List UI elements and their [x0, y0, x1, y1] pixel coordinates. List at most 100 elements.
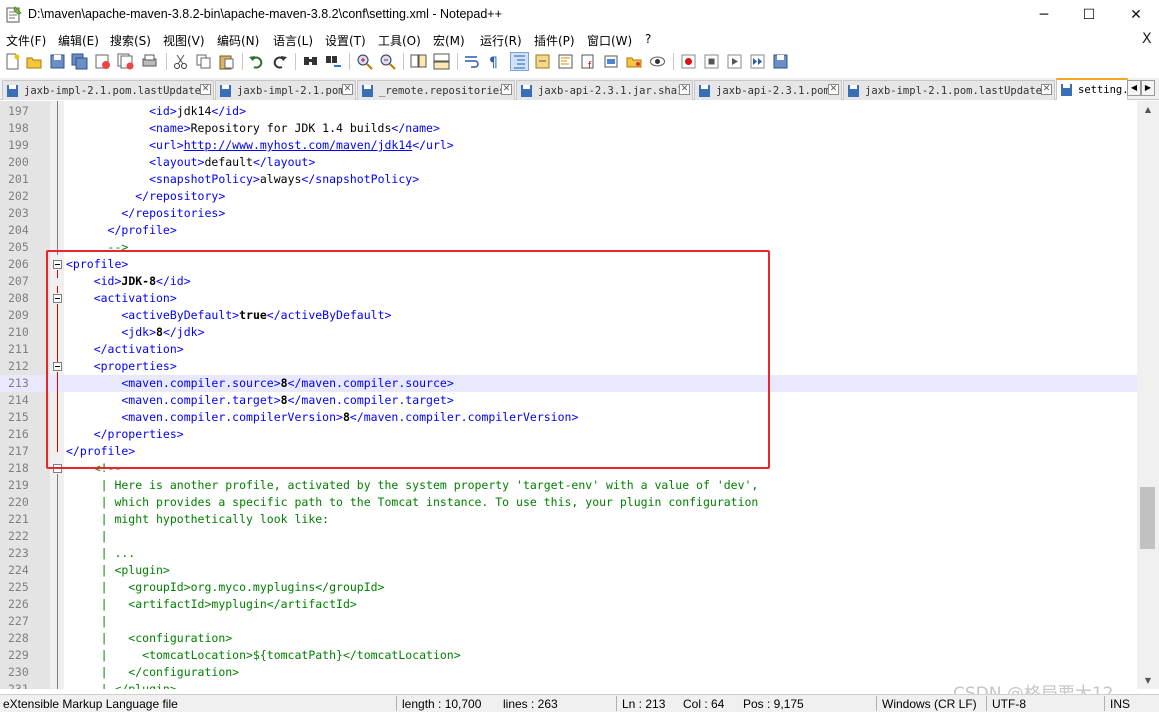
menu-file[interactable]: 文件(F)	[6, 32, 46, 49]
saved-file-icon	[220, 84, 231, 97]
new-file-icon[interactable]	[4, 53, 21, 70]
minimize-button[interactable]: ─	[1021, 0, 1067, 30]
menu-settings[interactable]: 设置(T)	[325, 32, 366, 49]
menu-help[interactable]: ?	[645, 32, 651, 46]
tab-scroll-left-icon[interactable]: ◀	[1127, 80, 1141, 96]
code-line[interactable]: 228 | <configuration>	[0, 630, 1137, 647]
menu-tools[interactable]: 工具(O)	[378, 32, 421, 49]
tab-close-icon[interactable]: ✕	[501, 84, 512, 95]
fold-guide	[57, 101, 58, 255]
zoom-in-icon[interactable]	[356, 53, 373, 70]
code-line[interactable]: 204 </profile>	[0, 222, 1137, 239]
sync-horizontal-icon[interactable]	[433, 53, 450, 70]
folder-workspace-icon[interactable]	[603, 53, 620, 70]
menu-edit[interactable]: 编辑(E)	[58, 32, 99, 49]
code-line[interactable]: 219 | Here is another profile, activated…	[0, 477, 1137, 494]
menu-view[interactable]: 视图(V)	[163, 32, 205, 49]
word-wrap-icon[interactable]	[463, 53, 480, 70]
url-link[interactable]: http://www.myhost.com/maven/jdk14	[184, 138, 412, 152]
print-icon[interactable]	[141, 53, 158, 70]
menu-window[interactable]: 窗口(W)	[587, 32, 632, 49]
svg-text:¶: ¶	[489, 55, 498, 70]
show-all-chars-icon[interactable]: ¶	[486, 53, 503, 70]
maximize-icon: ☐	[1082, 7, 1096, 23]
maximize-button[interactable]: ☐	[1066, 0, 1112, 30]
code-line[interactable]: 226 | <artifactId>myplugin</artifactId>	[0, 596, 1137, 613]
record-macro-icon[interactable]	[680, 53, 697, 70]
run-macro-multiple-icon[interactable]	[749, 53, 766, 70]
udl-icon[interactable]	[534, 53, 551, 70]
menu-search[interactable]: 搜索(S)	[110, 32, 151, 49]
code-line[interactable]: 197 <id>jdk14</id>	[0, 103, 1137, 120]
save-macro-icon[interactable]	[772, 53, 789, 70]
menu-plugins[interactable]: 插件(P)	[534, 32, 575, 49]
tab-jaxb-api-pom[interactable]: jaxb-api-2.3.1.pom ✕	[694, 80, 842, 100]
xml-tag: </url>	[412, 138, 454, 152]
tab-close-icon[interactable]: ✕	[342, 84, 353, 95]
cut-icon[interactable]	[172, 53, 189, 70]
tab-remote-repositories[interactable]: _remote.repositories ✕	[357, 80, 515, 100]
code-line[interactable]: 227 |	[0, 613, 1137, 630]
status-insert-mode: INS	[1110, 697, 1131, 711]
replace-icon[interactable]	[325, 53, 342, 70]
paste-icon[interactable]	[218, 53, 235, 70]
tab-close-icon[interactable]: ✕	[679, 84, 690, 95]
tab-scroll-right-icon[interactable]: ▶	[1141, 80, 1155, 96]
save-icon[interactable]	[49, 53, 66, 70]
tab-jaxb-impl-lastupdated[interactable]: jaxb-impl-2.1.pom.lastUpdated ✕	[2, 80, 214, 100]
code-line[interactable]: 203 </repositories>	[0, 205, 1137, 222]
code-line[interactable]: 198 <name>Repository for JDK 1.4 builds<…	[0, 120, 1137, 137]
scroll-down-icon[interactable]: ▼	[1137, 672, 1159, 689]
status-file-type: eXtensible Markup Language file	[3, 697, 178, 711]
code-line[interactable]: 199 <url>http://www.myhost.com/maven/jdk…	[0, 137, 1137, 154]
tab-setting-xml[interactable]: setting.	[1056, 78, 1128, 100]
close-file-icon[interactable]	[94, 53, 111, 70]
code-line[interactable]: 201 <snapshotPolicy>always</snapshotPoli…	[0, 171, 1137, 188]
open-file-icon[interactable]	[26, 53, 43, 70]
close-window-button[interactable]: ✕	[1113, 0, 1159, 30]
monitoring-icon[interactable]	[649, 53, 666, 70]
redo-icon[interactable]	[271, 53, 288, 70]
tab-label: jaxb-impl-2.1.pom	[237, 84, 345, 97]
sync-vertical-icon[interactable]	[410, 53, 427, 70]
close-all-icon[interactable]	[117, 53, 134, 70]
code-line[interactable]: 222 |	[0, 528, 1137, 545]
zoom-out-icon[interactable]	[379, 53, 396, 70]
tab-close-icon[interactable]: ✕	[828, 84, 839, 95]
find-icon[interactable]	[302, 53, 319, 70]
play-macro-icon[interactable]	[726, 53, 743, 70]
tab-jaxb-api-sha1[interactable]: jaxb-api-2.3.1.jar.sha1 ✕	[516, 80, 693, 100]
scroll-up-icon[interactable]: ▲	[1137, 101, 1159, 118]
indent-guide-icon[interactable]	[510, 52, 529, 71]
tab-close-icon[interactable]: ✕	[200, 84, 211, 95]
code-line[interactable]: 220 | which provides a specific path to …	[0, 494, 1137, 511]
line-number: 206	[8, 257, 29, 271]
code-line[interactable]: 202 </repository>	[0, 188, 1137, 205]
code-line[interactable]: 221 | might hypothetically look like:	[0, 511, 1137, 528]
menu-macro[interactable]: 宏(M)	[433, 32, 465, 49]
line-number: 228	[8, 631, 29, 645]
close-document-button[interactable]: X	[1142, 31, 1152, 47]
tab-jaxb-impl-pom[interactable]: jaxb-impl-2.1.pom ✕	[215, 80, 356, 100]
code-line[interactable]: 223 | ...	[0, 545, 1137, 562]
save-all-icon[interactable]	[71, 53, 88, 70]
status-lines: lines : 263	[503, 697, 558, 711]
code-line[interactable]: 225 | <groupId>org.myco.myplugins</group…	[0, 579, 1137, 596]
vertical-scrollbar[interactable]: ▲ ▼	[1137, 101, 1159, 689]
minimize-icon: ─	[1039, 7, 1049, 23]
copy-icon[interactable]	[195, 53, 212, 70]
stop-record-icon[interactable]	[703, 53, 720, 70]
code-line[interactable]: 224 | <plugin>	[0, 562, 1137, 579]
function-list-icon[interactable]: f	[580, 53, 597, 70]
menu-run[interactable]: 运行(R)	[480, 32, 522, 49]
code-line[interactable]: 229 | <tomcatLocation>${tomcatPath}</tom…	[0, 647, 1137, 664]
menu-language[interactable]: 语言(L)	[273, 32, 313, 49]
undo-icon[interactable]	[248, 53, 265, 70]
doc-map-icon[interactable]	[557, 53, 574, 70]
folder-as-workspace-icon[interactable]	[626, 53, 643, 70]
code-line[interactable]: 200 <layout>default</layout>	[0, 154, 1137, 171]
tab-close-icon[interactable]: ✕	[1041, 84, 1052, 95]
menu-encoding[interactable]: 编码(N)	[217, 32, 259, 49]
tab-jaxb-impl-lastupdated-2[interactable]: jaxb-impl-2.1.pom.lastUpdated ✕	[843, 80, 1055, 100]
scrollbar-thumb[interactable]	[1140, 487, 1155, 549]
